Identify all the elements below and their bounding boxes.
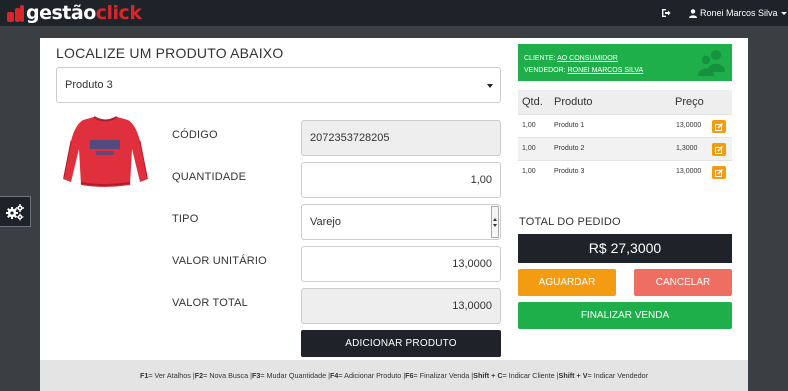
seller-label: VENDEDOR: — [524, 67, 566, 74]
shortcut-text: = Ver Atalhos | — [148, 371, 195, 380]
unit-price-label: VALOR UNITÁRIO — [172, 255, 267, 267]
code-label: CÓDIGO — [172, 129, 218, 141]
sign-out-icon[interactable] — [661, 8, 671, 18]
type-value: Varejo — [310, 216, 341, 228]
row-price: 1,3000 — [676, 145, 698, 152]
product-shirt-image — [56, 113, 155, 189]
order-total-title: TOTAL DO PEDIDO — [519, 216, 621, 228]
client-link[interactable]: AO CONSUMIDOR — [557, 55, 618, 62]
product-select-value: Produto 3 — [65, 79, 113, 91]
shortcut-key: F2 — [194, 371, 204, 380]
type-select[interactable]: Varejo — [301, 204, 501, 240]
gears-icon — [6, 203, 24, 220]
total-value-value: 13,0000 — [452, 300, 492, 312]
cancel-button[interactable]: CANCELAR — [634, 269, 732, 296]
row-qty: 1,00 — [522, 122, 536, 129]
total-value-field: 13,0000 — [301, 288, 501, 324]
edit-item-button[interactable] — [712, 143, 726, 156]
seller-link[interactable]: RONEI MARCOS SILVA — [568, 67, 644, 74]
shortcut-text: = Adicionar Produto | — [338, 371, 406, 380]
row-qty: 1,00 — [522, 145, 536, 152]
logo-text-right: click — [95, 2, 142, 24]
user-name: Ronei Marcos Silva — [700, 8, 778, 18]
shortcut-key: Shift + C — [473, 371, 503, 380]
table-row: 1,00 Produto 1 13,0000 — [518, 114, 732, 137]
type-label: TIPO — [172, 213, 199, 225]
table-row: 1,00 Produto 3 13,0000 — [518, 160, 732, 183]
logo-text: gestãoclick — [26, 1, 142, 25]
shortcut-key: F1 — [139, 371, 149, 380]
settings-toggle[interactable] — [0, 196, 31, 227]
shortcut-text: = Mudar Quantidade | — [260, 371, 330, 380]
add-product-button[interactable]: ADICIONAR PRODUTO — [301, 330, 501, 357]
col-qty: Qtd. — [522, 96, 543, 108]
row-price: 13,0000 — [676, 122, 702, 129]
table-row: 1,00 Produto 2 1,3000 — [518, 137, 732, 160]
top-navbar: gestãoclick Ronei Marcos Silva — [0, 0, 788, 26]
code-field: 2072353728205 — [301, 120, 501, 156]
shortcut-key: F4 — [329, 371, 339, 380]
row-product: Produto 3 — [554, 168, 585, 175]
row-price: 13,0000 — [676, 168, 702, 175]
shortcut-text: = Nova Busca | — [203, 371, 252, 380]
col-product: Produto — [554, 96, 593, 108]
search-title: LOCALIZE UM PRODUTO ABAIXO — [56, 45, 284, 61]
shortcut-key: Shift + V — [558, 371, 588, 380]
product-select[interactable]: Produto 3 — [56, 67, 501, 103]
quantity-value: 1,00 — [470, 174, 492, 186]
caret-down-icon — [780, 11, 787, 15]
edit-item-button[interactable] — [712, 166, 726, 179]
client-info-box: CLIENTE: AO CONSUMIDOR VENDEDOR: RONEI M… — [518, 44, 732, 81]
user-menu[interactable]: Ronei Marcos Silva — [689, 5, 787, 21]
unit-price-field[interactable]: 13,0000 — [301, 246, 501, 282]
row-qty: 1,00 — [522, 168, 536, 175]
edit-icon — [715, 145, 723, 154]
wait-button[interactable]: AGUARDAR — [518, 269, 616, 296]
shortcut-text: = Indicar Cliente | — [502, 371, 559, 380]
total-value-label: VALOR TOTAL — [172, 297, 248, 309]
quantity-field[interactable]: 1,00 — [301, 162, 501, 198]
row-product: Produto 1 — [554, 122, 585, 129]
chevron-down-icon — [487, 84, 493, 88]
quantity-label: QUANTIDADE — [172, 171, 247, 183]
shortcuts-bar: F1 = Ver Atalhos | F2 = Nova Busca | F3 … — [40, 360, 748, 391]
unit-price-value: 13,0000 — [452, 258, 492, 270]
code-value: 2072353728205 — [310, 132, 390, 144]
col-price: Preço — [675, 96, 704, 108]
shortcut-key: F3 — [251, 371, 261, 380]
edit-icon — [715, 168, 723, 177]
shortcut-text: = Finalizar Venda | — [413, 371, 474, 380]
shortcut-text: = Indicar Vendedor — [587, 371, 649, 380]
edit-icon — [715, 122, 723, 131]
sales-panel: LOCALIZE UM PRODUTO ABAIXO Produto 3 CÓD… — [40, 38, 748, 391]
finish-sale-button[interactable]: FINALIZAR VENDA — [518, 302, 732, 329]
app-logo[interactable]: gestãoclick — [7, 1, 142, 25]
order-total-value: R$ 27,3000 — [518, 234, 732, 263]
items-table-header: Qtd. Produto Preço — [518, 90, 732, 114]
client-label: CLIENTE: — [524, 55, 556, 62]
row-product: Produto 2 — [554, 145, 585, 152]
users-icon — [698, 50, 725, 76]
logo-mark-icon — [7, 4, 24, 22]
shortcut-key: F6 — [405, 371, 414, 380]
edit-item-button[interactable] — [712, 120, 726, 133]
user-icon — [689, 8, 697, 18]
logo-text-left: gestão — [26, 2, 96, 24]
select-arrows-icon — [491, 206, 499, 238]
